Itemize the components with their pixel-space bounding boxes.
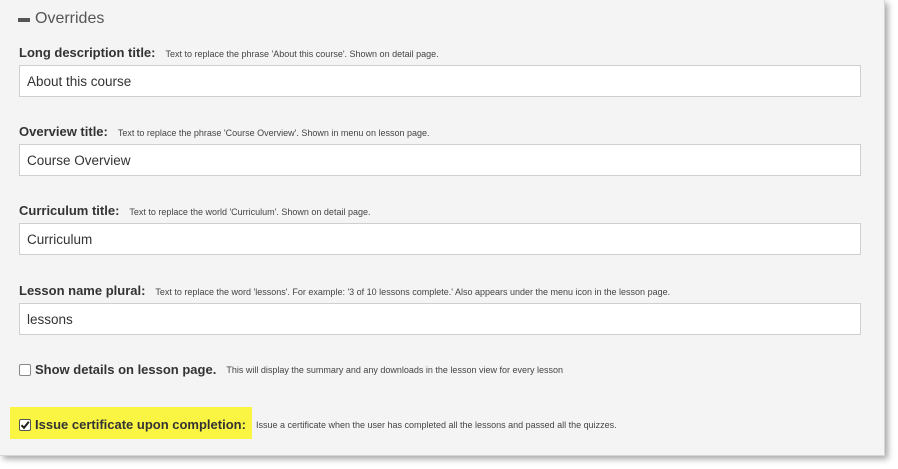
checkmark-icon	[20, 420, 30, 429]
collapse-minus-icon[interactable]	[18, 17, 30, 22]
issue-certificate-row: Issue certificate upon completion: Issue…	[19, 417, 617, 432]
field-overview-title: Overview title: Text to replace the phra…	[19, 124, 861, 176]
field-hint: Text to replace the phrase 'Course Overv…	[117, 128, 430, 138]
field-hint: Text to replace the world 'Curriculum'. …	[129, 207, 371, 217]
field-hint: Text to replace the phrase 'About this c…	[165, 49, 439, 59]
field-hint: Text to replace the word 'lessons'. For …	[155, 287, 671, 297]
long-description-title-input[interactable]	[19, 65, 861, 97]
field-label: Curriculum title:	[19, 203, 120, 218]
overrides-section-toggle[interactable]: Overrides	[18, 10, 104, 28]
field-curriculum-title: Curriculum title: Text to replace the wo…	[19, 203, 861, 255]
show-details-checkbox[interactable]	[19, 363, 31, 376]
issue-certificate-checkbox[interactable]	[19, 418, 31, 431]
section-title: Overrides	[35, 10, 105, 27]
field-label: Lesson name plural:	[19, 283, 146, 298]
show-details-label[interactable]: Show details on lesson page.	[35, 362, 216, 377]
curriculum-title-input[interactable]	[19, 223, 861, 255]
issue-certificate-label[interactable]: Issue certificate upon completion:	[35, 417, 246, 432]
lesson-name-plural-input[interactable]	[19, 303, 861, 335]
show-details-row: Show details on lesson page. This will d…	[19, 362, 563, 377]
issue-certificate-hint: Issue a certificate when the user has co…	[255, 419, 617, 430]
field-lesson-name-plural: Lesson name plural: Text to replace the …	[19, 283, 861, 335]
field-long-description-title: Long description title: Text to replace …	[19, 45, 861, 97]
field-label: Long description title:	[19, 45, 156, 60]
overrides-panel: Overrides Long description title: Text t…	[0, 0, 885, 456]
field-label: Overview title:	[19, 124, 108, 139]
overview-title-input[interactable]	[19, 144, 861, 176]
show-details-hint: This will display the summary and any do…	[226, 364, 563, 375]
